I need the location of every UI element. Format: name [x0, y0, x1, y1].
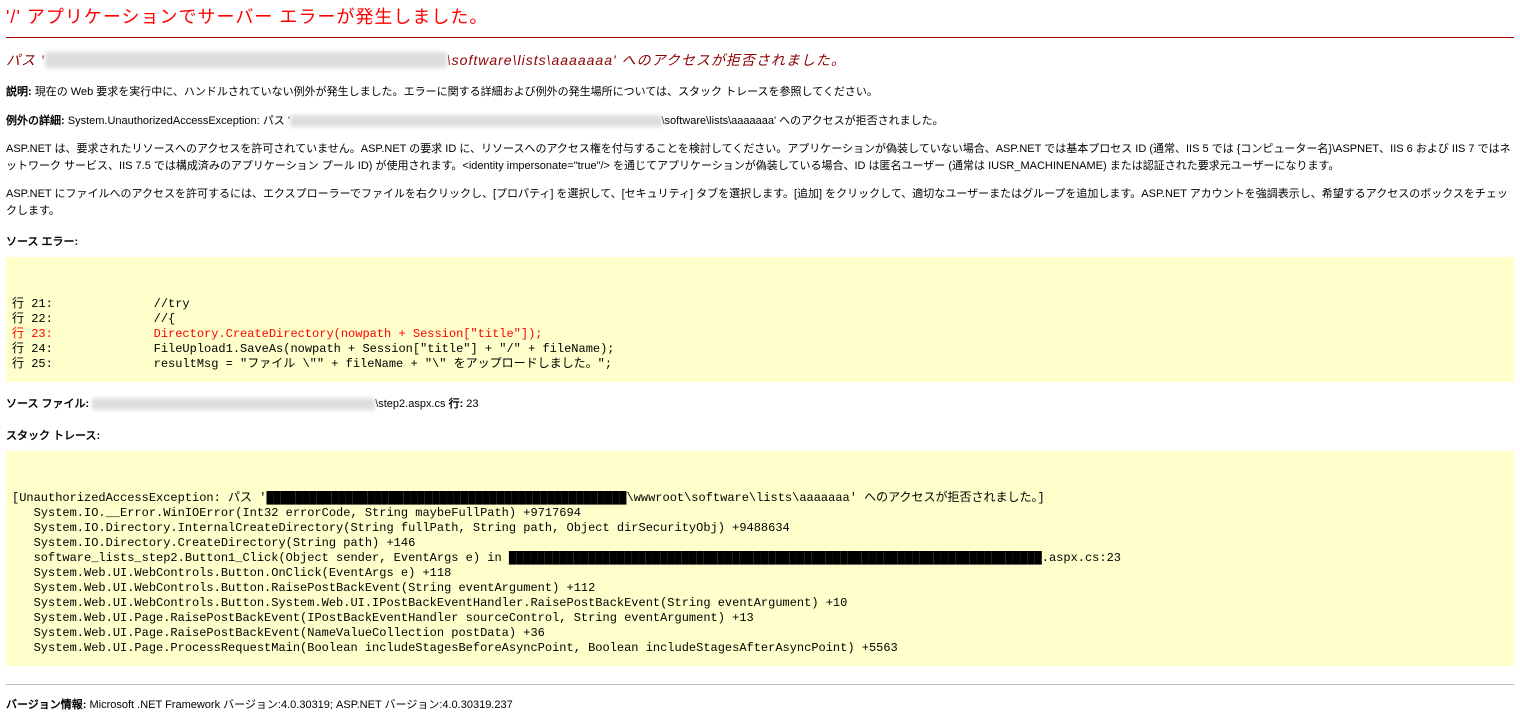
subtitle-visible-path: \software\lists\aaaaaaa' へのアクセスが拒否されました。 [447, 52, 846, 68]
source-file-line-label: 行: [446, 398, 467, 410]
description-label: 説明: [6, 86, 35, 98]
version-label: バージョン情報: [6, 699, 90, 711]
exception-details-prefix: System.UnauthorizedAccessException: パス ' [68, 115, 290, 127]
aspnet-explain-1: ASP.NET は、要求されたリソースへのアクセスを許可されていません。ASP.… [6, 141, 1514, 174]
subtitle-prefix: パス ' [6, 52, 45, 68]
description-row: 説明: 現在の Web 要求を実行中に、ハンドルされていない例外が発生しました。… [6, 84, 1514, 101]
source-file-redacted: x:\xxxx\xxxxxxx\xxxxx\xxxxxxxxxx\xxx\xxx… [92, 398, 375, 410]
source-file-visible: \step2.aspx.cs [375, 398, 445, 410]
subtitle-redacted-path: x:\xxxx\xxxxxxx\xxxxx\xxxxxxxxxx\xxxxxxx… [45, 52, 447, 68]
version-row: バージョン情報: Microsoft .NET Framework バージョン:… [6, 696, 1514, 712]
error-subtitle: パス 'x:\xxxx\xxxxxxx\xxxxx\xxxxxxxxxx\xxx… [6, 50, 1514, 70]
source-error-codebox: 行 21: //try 行 22: //{ 行 23: Directory.Cr… [6, 257, 1514, 382]
aspnet-explain-2: ASP.NET にファイルへのアクセスを許可するには、エクスプローラーでファイル… [6, 186, 1514, 219]
footer-divider [6, 684, 1514, 685]
exception-details-row: 例外の詳細: System.UnauthorizedAccessExceptio… [6, 113, 1514, 130]
exception-details-suffix: \software\lists\aaaaaaa' へのアクセスが拒否されました。 [662, 115, 944, 127]
source-file-line-no: 23 [466, 398, 478, 410]
source-file-label: ソース ファイル: [6, 398, 92, 410]
exception-details-label: 例外の詳細: [6, 115, 68, 127]
exception-details-redacted: x:xxxxxxxxxxxxxxxxxxxxxxxxxxxxxxxxxxxxxx… [290, 115, 662, 127]
title-divider [6, 37, 1514, 38]
description-text: 現在の Web 要求を実行中に、ハンドルされていない例外が発生しました。エラーに… [35, 86, 878, 98]
version-text: Microsoft .NET Framework バージョン:4.0.30319… [90, 699, 513, 711]
stack-trace-label: スタック トレース: [6, 427, 1514, 443]
source-file-row: ソース ファイル: x:\xxxx\xxxxxxx\xxxxx\xxxxxxxx… [6, 396, 1514, 413]
source-error-label: ソース エラー: [6, 233, 1514, 249]
stack-trace-codebox: [UnauthorizedAccessException: パス '██████… [6, 451, 1514, 666]
page-title: '/' アプリケーションでサーバー エラーが発生しました。 [6, 6, 1514, 29]
